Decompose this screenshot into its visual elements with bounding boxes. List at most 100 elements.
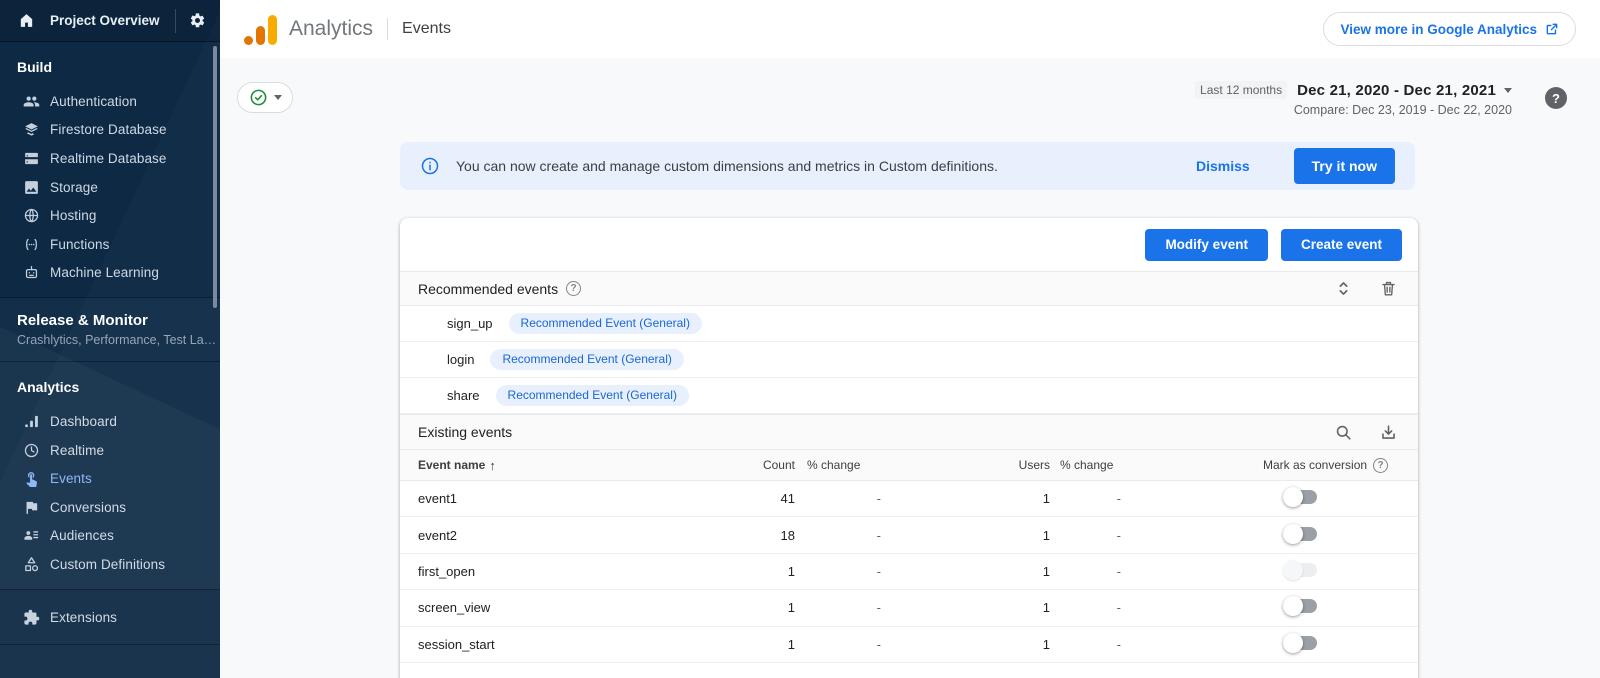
sidebar-item-realtime[interactable]: Realtime [0,436,220,465]
date-range-value: Dec 21, 2020 - Dec 21, 2021 [1297,82,1496,99]
existing-events-title: Existing events [418,424,512,440]
sidebar-item-extensions[interactable]: Extensions [0,603,220,632]
event-users-change: - [1050,528,1135,543]
mark-as-conversion-toggle[interactable] [1283,596,1317,616]
expand-collapse-icon[interactable] [1334,279,1353,298]
sidebar-item-custom-definitions[interactable]: Custom Definitions [0,550,220,579]
firebase-sidebar: Project Overview Build Authentication Fi… [0,0,220,678]
delete-icon[interactable] [1379,279,1398,298]
sidebar-item-label: Functions [50,237,109,252]
release-monitor-section[interactable]: Release & Monitor Crashlytics, Performan… [0,297,220,361]
date-range-block: Last 12 months Dec 21, 2020 - Dec 21, 20… [1195,81,1512,117]
main-area: Analytics Events View more in Google Ana… [220,0,1600,678]
recommended-event-row[interactable]: share Recommended Event (General) [400,378,1418,414]
hosting-icon [23,207,40,224]
analytics-section: Analytics Dashboard Realtime Events Conv… [0,361,220,589]
event-count: 41 [758,491,795,506]
event-count: 18 [758,528,795,543]
gear-icon[interactable] [189,12,206,29]
google-analytics-logo-icon [244,13,277,45]
compare-range-label: Compare: Dec 23, 2019 - Dec 22, 2020 [1195,103,1512,117]
extensions-section: Extensions [0,589,220,646]
sidebar-item-label: Realtime Database [50,151,167,166]
sidebar-item-machine-learning[interactable]: Machine Learning [0,259,220,288]
event-change: - [795,564,895,579]
event-change: - [795,528,895,543]
project-overview-label: Project Overview [50,13,175,28]
mark-as-conversion-toggle [1283,560,1317,580]
sidebar-item-audiences[interactable]: Audiences [0,522,220,551]
sidebar-scrollbar-thumb[interactable] [213,46,217,308]
column-event-name[interactable]: Event name ↑ [418,458,758,473]
recommended-event-chip[interactable]: Recommended Event (General) [496,385,689,406]
event-users: 1 [895,637,1050,652]
event-users-change: - [1050,637,1135,652]
create-event-button[interactable]: Create event [1281,229,1402,261]
release-monitor-title: Release & Monitor [0,298,220,331]
view-more-button[interactable]: View more in Google Analytics [1323,12,1576,46]
sidebar-item-label: Authentication [50,94,137,109]
sidebar-item-realtime-database[interactable]: Realtime Database [0,144,220,173]
column-percent-change[interactable]: % change [795,458,895,472]
release-monitor-subtitle: Crashlytics, Performance, Test La… [0,331,220,361]
functions-icon [23,236,40,253]
try-it-now-button[interactable]: Try it now [1294,148,1395,184]
recommended-event-chip[interactable]: Recommended Event (General) [509,313,702,334]
events-card: Modify event Create event Recommended ev… [400,218,1418,678]
view-more-label: View more in Google Analytics [1340,22,1537,37]
sidebar-item-label: Firestore Database [50,122,167,137]
event-change: - [795,491,895,506]
sidebar-item-label: Extensions [50,610,117,625]
event-name: login [447,352,474,367]
help-icon[interactable]: ? [1373,458,1388,473]
recommended-events-title: Recommended events [418,281,558,297]
search-icon[interactable] [1334,423,1353,442]
sidebar-item-firestore[interactable]: Firestore Database [0,116,220,145]
event-name: event2 [418,528,758,543]
sidebar-item-conversions[interactable]: Conversions [0,493,220,522]
table-row: event1 41 - 1 - [400,481,1418,517]
mark-as-conversion-toggle[interactable] [1283,487,1317,507]
column-count[interactable]: Count [758,458,795,472]
dashboard-icon [23,413,40,430]
event-count: 1 [758,564,795,579]
help-icon[interactable]: ? [1545,87,1567,109]
modify-event-button[interactable]: Modify event [1145,229,1268,261]
mark-as-conversion-toggle[interactable] [1283,524,1317,544]
page-title: Events [402,20,451,38]
existing-events-column-headers: Event name ↑ Count % change Users % chan… [400,450,1418,481]
chevron-down-icon [1504,88,1512,93]
sidebar-item-functions[interactable]: Functions [0,230,220,259]
machine-learning-icon [23,264,40,281]
banner-message: You can now create and manage custom dim… [456,158,998,174]
recommended-event-row[interactable]: sign_up Recommended Event (General) [400,306,1418,342]
sidebar-item-events[interactable]: Events [0,464,220,493]
event-name: session_start [418,637,758,652]
event-name: share [447,388,480,403]
sidebar-item-label: Dashboard [50,414,117,429]
dismiss-button[interactable]: Dismiss [1196,158,1250,174]
column-users[interactable]: Users [895,458,1050,472]
mark-as-conversion-toggle[interactable] [1283,633,1317,653]
sidebar-item-authentication[interactable]: Authentication [0,87,220,116]
app-root: Project Overview Build Authentication Fi… [0,0,1600,678]
storage-icon [23,179,40,196]
column-users-percent-change[interactable]: % change [1050,458,1135,472]
database-icon [23,150,40,167]
sidebar-item-storage[interactable]: Storage [0,173,220,202]
date-range-picker[interactable]: Dec 21, 2020 - Dec 21, 2021 [1297,82,1512,99]
event-actions-row: Modify event Create event [400,218,1418,271]
clock-icon [23,442,40,459]
sidebar-item-label: Conversions [50,500,126,515]
event-users: 1 [895,600,1050,615]
download-icon[interactable] [1379,423,1398,442]
help-icon[interactable]: ? [566,281,581,296]
sidebar-item-dashboard[interactable]: Dashboard [0,407,220,436]
recommended-event-row[interactable]: login Recommended Event (General) [400,342,1418,378]
status-dropdown[interactable] [237,82,293,113]
project-overview-bar[interactable]: Project Overview [0,0,220,42]
sidebar-item-hosting[interactable]: Hosting [0,201,220,230]
recommended-event-chip[interactable]: Recommended Event (General) [490,349,683,370]
build-section: Build Authentication Firestore Database … [0,42,220,297]
sort-ascending-icon: ↑ [489,458,496,473]
